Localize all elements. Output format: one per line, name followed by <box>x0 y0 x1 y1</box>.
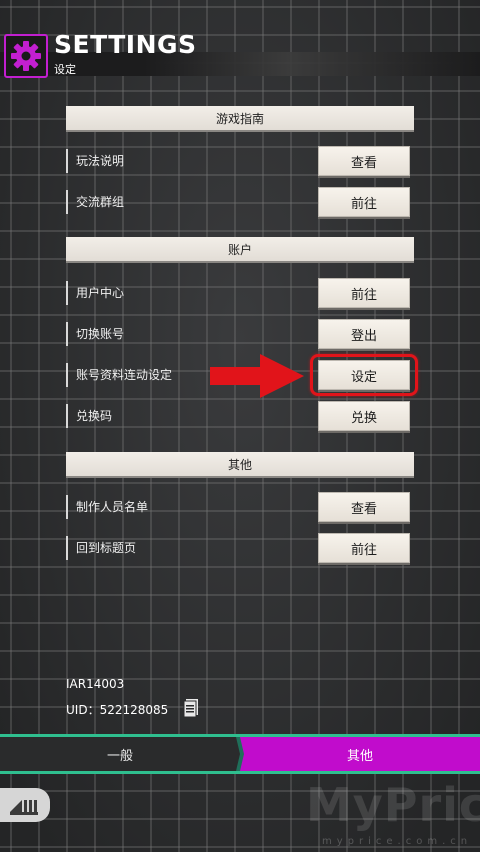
logout-button[interactable]: 登出 <box>318 319 410 349</box>
watermark-sub: myprice.com.cn <box>322 836 473 847</box>
back-button[interactable] <box>0 788 50 822</box>
view-gameplay-button[interactable]: 查看 <box>318 146 410 176</box>
row-label: 用户中心 <box>66 281 124 305</box>
row-label: 回到标题页 <box>66 536 136 560</box>
row-label: 制作人员名单 <box>66 495 148 519</box>
row-label: 账号资料连动设定 <box>66 363 172 387</box>
row-label: 切换账号 <box>66 322 124 346</box>
version-text: IAR14003 <box>66 677 125 691</box>
uid-text: UID：522128085 <box>66 703 169 717</box>
gear-icon <box>11 41 41 71</box>
section-header-other: 其他 <box>66 452 414 476</box>
row-label: 玩法说明 <box>66 149 124 173</box>
go-community-button[interactable]: 前往 <box>318 187 410 217</box>
row-redeem-code: 兑换码 兑换 <box>66 399 414 433</box>
page-title: SETTINGS <box>54 30 197 59</box>
section-header-account: 账户 <box>66 237 414 261</box>
go-user-center-button[interactable]: 前往 <box>318 278 410 308</box>
row-community-group: 交流群组 前往 <box>66 185 414 219</box>
row-credits: 制作人员名单 查看 <box>66 490 414 524</box>
view-credits-button[interactable]: 查看 <box>318 492 410 522</box>
page-subtitle: 设定 <box>54 63 76 76</box>
highlight-ring <box>310 354 418 396</box>
back-icon <box>10 800 38 815</box>
settings-header: SETTINGS 设定 <box>0 28 480 84</box>
copy-icon[interactable] <box>183 698 199 718</box>
red-arrow-icon <box>210 354 304 398</box>
redeem-button[interactable]: 兑换 <box>318 401 410 431</box>
tab-general[interactable]: 一般 <box>0 737 240 771</box>
watermark: MyPrice <box>306 778 480 832</box>
tab-other[interactable]: 其他 <box>240 737 480 771</box>
section-header-guide: 游戏指南 <box>66 106 414 130</box>
row-switch-account: 切换账号 登出 <box>66 317 414 351</box>
settings-icon-box <box>4 34 48 78</box>
row-label: 兑换码 <box>66 404 112 428</box>
row-gameplay-guide: 玩法说明 查看 <box>66 144 414 178</box>
row-user-center: 用户中心 前往 <box>66 276 414 310</box>
return-title-button[interactable]: 前往 <box>318 533 410 563</box>
row-label: 交流群组 <box>66 190 124 214</box>
row-return-title: 回到标题页 前往 <box>66 531 414 565</box>
